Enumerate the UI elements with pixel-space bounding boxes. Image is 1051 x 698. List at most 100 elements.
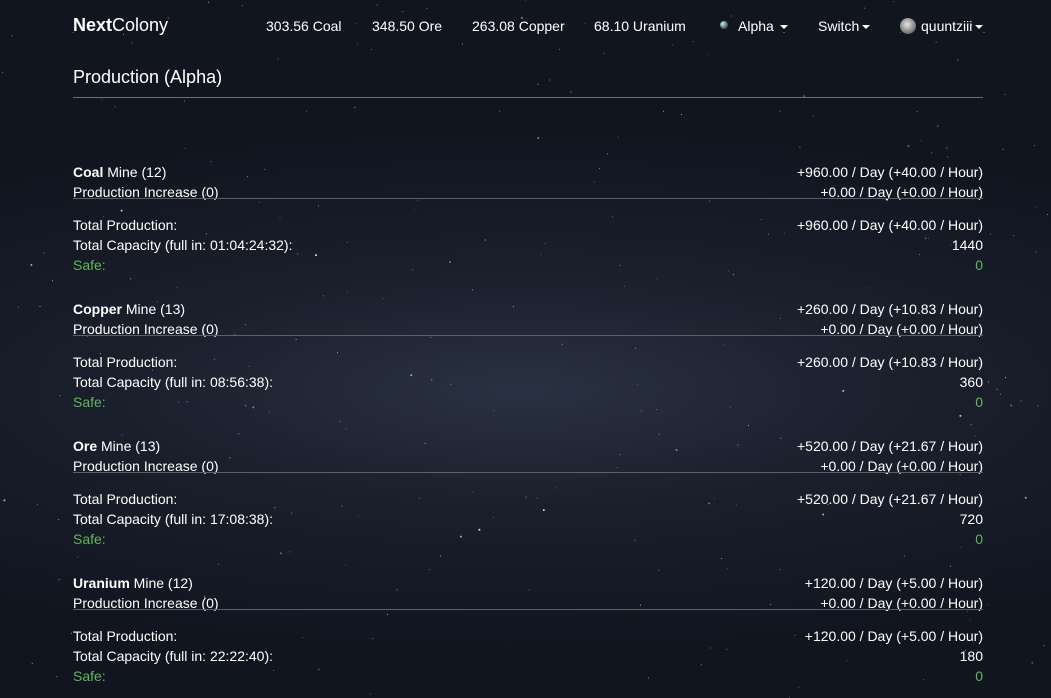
increase-rate: +0.00 / Day (+0.00 / Hour)	[820, 458, 983, 474]
star	[916, 110, 918, 112]
increase-label: Production Increase (0)	[73, 321, 219, 337]
star	[322, 295, 324, 297]
star	[720, 558, 722, 559]
mine-name: Copper	[73, 301, 122, 317]
increase-label: Production Increase (0)	[73, 595, 219, 611]
resource-copper: 263.08 Copper	[472, 18, 565, 34]
capacity-row: Total Capacity (full in: 22:22:40): 180	[73, 646, 983, 666]
star	[658, 569, 660, 571]
total-row: Total Production: +520.00 / Day (+21.67 …	[73, 489, 983, 509]
safe-row: Safe: 0	[73, 529, 983, 549]
increase-row: Production Increase (0) +0.00 / Day (+0.…	[73, 593, 983, 613]
production-block-uranium: Uranium Mine (12) +120.00 / Day (+5.00 /…	[73, 573, 983, 690]
star	[570, 91, 572, 93]
resource-ore: 348.50 Ore	[372, 18, 443, 34]
star	[39, 306, 41, 307]
planet-icon	[720, 21, 728, 30]
star	[1033, 145, 1035, 146]
total-label: Total Production:	[73, 217, 178, 233]
title-divider	[73, 97, 983, 98]
star	[339, 420, 341, 422]
safe-value: 0	[975, 394, 983, 410]
resource-uranium: 68.10 Uranium	[594, 18, 686, 34]
production-block-coal: Coal Mine (12) +960.00 / Day (+40.00 / H…	[73, 162, 983, 279]
chevron-down-icon	[862, 25, 871, 30]
total-rate: +960.00 / Day (+40.00 / Hour)	[797, 217, 983, 233]
mine-level: Mine (12)	[103, 164, 167, 180]
star	[1020, 400, 1022, 402]
chevron-down-icon	[779, 25, 788, 30]
total-label: Total Production:	[73, 354, 178, 370]
increase-rate: +0.00 / Day (+0.00 / Hour)	[820, 595, 983, 611]
star	[990, 233, 991, 235]
total-rate: +260.00 / Day (+10.83 / Hour)	[797, 354, 983, 370]
safe-value: 0	[975, 531, 983, 547]
capacity-label: Total Capacity (full in: 22:22:40):	[73, 648, 273, 664]
star	[238, 433, 240, 435]
star	[59, 395, 61, 397]
mine-row: Coal Mine (12) +960.00 / Day (+40.00 / H…	[73, 162, 983, 182]
capacity-label: Total Capacity (full in: 01:04:24:32):	[73, 237, 293, 253]
capacity-value: 180	[959, 648, 983, 664]
production-block-ore: Ore Mine (13) +520.00 / Day (+21.67 / Ho…	[73, 436, 983, 553]
star	[1004, 93, 1006, 95]
star	[931, 152, 932, 154]
capacity-value: 360	[959, 374, 983, 390]
mine-name: Ore	[73, 438, 98, 454]
star	[472, 289, 474, 291]
brand-logo[interactable]: NextColony	[73, 15, 168, 36]
star	[1002, 148, 1004, 150]
capacity-row: Total Capacity (full in: 01:04:24:32): 1…	[73, 235, 983, 255]
star	[812, 115, 814, 117]
switch-dropdown[interactable]: Switch	[818, 18, 871, 34]
avatar	[900, 18, 916, 35]
production-block-copper: Copper Mine (13) +260.00 / Day (+10.83 /…	[73, 299, 983, 416]
mine-name: Coal	[73, 164, 104, 180]
star	[946, 156, 948, 158]
star	[1013, 235, 1015, 237]
total-rate: +120.00 / Day (+5.00 / Hour)	[804, 628, 983, 644]
total-rate: +520.00 / Day (+21.67 / Hour)	[797, 491, 983, 507]
mine-row: Copper Mine (13) +260.00 / Day (+10.83 /…	[73, 299, 983, 319]
increase-label: Production Increase (0)	[73, 184, 219, 200]
star	[369, 693, 371, 695]
star	[999, 393, 1001, 395]
star	[217, 563, 219, 565]
safe-value: 0	[975, 668, 983, 684]
mine-level: Mine (13)	[122, 301, 186, 317]
safe-value: 0	[975, 257, 983, 273]
mine-name: Uranium	[73, 575, 130, 591]
star	[1005, 377, 1006, 379]
star	[920, 140, 922, 142]
star	[946, 147, 948, 149]
increase-row: Production Increase (0) +0.00 / Day (+0.…	[73, 319, 983, 339]
capacity-row: Total Capacity (full in: 08:56:38): 360	[73, 372, 983, 392]
mine-level: Mine (13)	[97, 438, 161, 454]
star	[1035, 251, 1037, 253]
star	[345, 428, 347, 430]
mine-level: Mine (12)	[129, 575, 193, 591]
planet-dropdown[interactable]: Alpha	[720, 18, 788, 34]
star	[18, 306, 19, 308]
star	[658, 433, 660, 435]
safe-label: Safe:	[73, 668, 106, 684]
user-dropdown[interactable]: quuntziii	[900, 18, 984, 35]
total-label: Total Production:	[73, 628, 178, 644]
star	[345, 564, 347, 566]
star	[1010, 404, 1013, 407]
star	[30, 263, 33, 266]
star	[624, 285, 626, 287]
star	[2, 71, 4, 73]
mine-row: Ore Mine (13) +520.00 / Day (+21.67 / Ho…	[73, 436, 983, 456]
star	[277, 58, 279, 60]
star	[499, 110, 500, 112]
star	[114, 106, 116, 108]
resource-coal: 303.56 Coal	[266, 18, 342, 34]
star	[58, 578, 60, 580]
divider	[73, 335, 983, 336]
page-title: Production (Alpha)	[73, 67, 223, 87]
total-row: Total Production: +960.00 / Day (+40.00 …	[73, 215, 983, 235]
star	[306, 110, 307, 112]
star	[71, 632, 72, 634]
star	[603, 52, 605, 54]
